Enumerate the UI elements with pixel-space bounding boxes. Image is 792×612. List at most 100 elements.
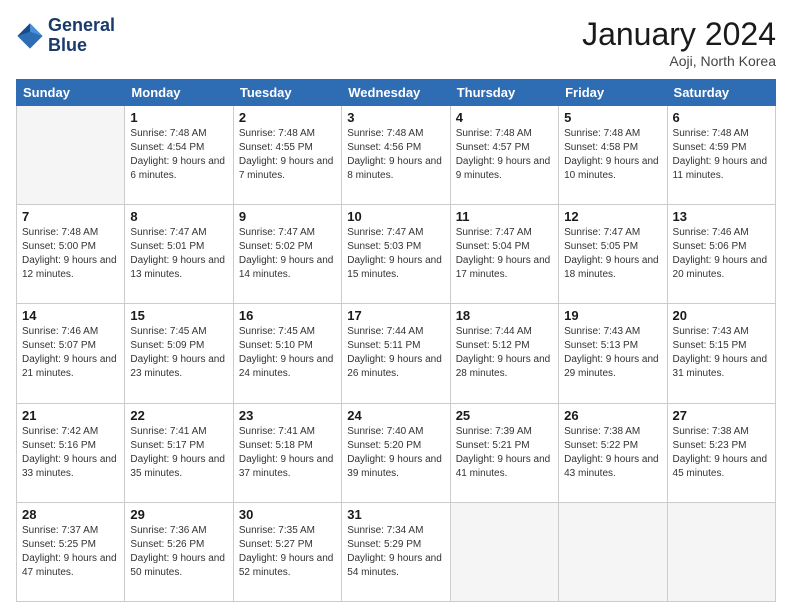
cell-info: Sunrise: 7:48 AMSunset: 4:57 PMDaylight:…: [456, 127, 553, 183]
table-row: 7 Sunrise: 7:48 AMSunset: 5:00 PMDaylight…: [17, 205, 776, 304]
day-number: 14: [22, 308, 119, 323]
cell-info: Sunrise: 7:41 AMSunset: 5:17 PMDaylight:…: [130, 425, 227, 481]
day-number: 25: [456, 408, 553, 423]
day-number: 22: [130, 408, 227, 423]
day-number: 1: [130, 110, 227, 125]
table-cell: 6 Sunrise: 7:48 AMSunset: 4:59 PMDaylight…: [667, 106, 775, 205]
cell-info: Sunrise: 7:41 AMSunset: 5:18 PMDaylight:…: [239, 425, 336, 481]
cell-info: Sunrise: 7:47 AMSunset: 5:01 PMDaylight:…: [130, 226, 227, 282]
day-number: 20: [673, 308, 770, 323]
day-number: 19: [564, 308, 661, 323]
table-cell: 8Sunrise: 7:47 AMSunset: 5:01 PMDaylight…: [125, 205, 233, 304]
table-cell: 25 Sunrise: 7:39 AMSunset: 5:21 PMDayligh…: [450, 403, 558, 502]
day-number: 9: [239, 209, 336, 224]
day-number: 4: [456, 110, 553, 125]
day-number: 12: [564, 209, 661, 224]
table-cell: 30 Sunrise: 7:35 AMSunset: 5:27 PMDayligh…: [233, 502, 341, 601]
table-cell: 26Sunrise: 7:38 AMSunset: 5:22 PMDayligh…: [559, 403, 667, 502]
table-cell: 20 Sunrise: 7:43 AMSunset: 5:15 PMDayligh…: [667, 304, 775, 403]
cell-info: Sunrise: 7:38 AMSunset: 5:23 PMDaylight:…: [673, 425, 770, 481]
day-number: 23: [239, 408, 336, 423]
day-number: 11: [456, 209, 553, 224]
table-cell: 1Sunrise: 7:48 AMSunset: 4:54 PMDaylight…: [125, 106, 233, 205]
table-cell: 5 Sunrise: 7:48 AMSunset: 4:58 PMDaylight…: [559, 106, 667, 205]
cell-info: Sunrise: 7:39 AMSunset: 5:21 PMDaylight:…: [456, 425, 553, 481]
day-number: 3: [347, 110, 444, 125]
cell-info: Sunrise: 7:47 AMSunset: 5:03 PMDaylight:…: [347, 226, 444, 282]
cell-info: Sunrise: 7:36 AMSunset: 5:26 PMDaylight:…: [130, 524, 227, 580]
cell-info: Sunrise: 7:43 AMSunset: 5:13 PMDaylight:…: [564, 325, 661, 381]
location: Aoji, North Korea: [582, 53, 776, 69]
cell-info: Sunrise: 7:42 AMSunset: 5:16 PMDaylight:…: [22, 425, 119, 481]
header: General Blue January 2024 Aoji, North Ko…: [16, 16, 776, 69]
day-number: 18: [456, 308, 553, 323]
table-cell: 27Sunrise: 7:38 AMSunset: 5:23 PMDayligh…: [667, 403, 775, 502]
day-number: 13: [673, 209, 770, 224]
table-row: 21 Sunrise: 7:42 AMSunset: 5:16 PMDayligh…: [17, 403, 776, 502]
logo: General Blue: [16, 16, 115, 56]
cell-info: Sunrise: 7:43 AMSunset: 5:15 PMDaylight:…: [673, 325, 770, 381]
day-number: 31: [347, 507, 444, 522]
cell-info: Sunrise: 7:47 AMSunset: 5:04 PMDaylight:…: [456, 226, 553, 282]
cell-info: Sunrise: 7:48 AMSunset: 4:58 PMDaylight:…: [564, 127, 661, 183]
day-number: 5: [564, 110, 661, 125]
table-cell: 13Sunrise: 7:46 AMSunset: 5:06 PMDayligh…: [667, 205, 775, 304]
table-cell: 31Sunrise: 7:34 AMSunset: 5:29 PMDayligh…: [342, 502, 450, 601]
day-number: 28: [22, 507, 119, 522]
day-number: 15: [130, 308, 227, 323]
table-cell: 23 Sunrise: 7:41 AMSunset: 5:18 PMDayligh…: [233, 403, 341, 502]
col-tuesday: Tuesday: [233, 80, 341, 106]
table-cell: 3 Sunrise: 7:48 AMSunset: 4:56 PMDaylight…: [342, 106, 450, 205]
table-row: 28 Sunrise: 7:37 AMSunset: 5:25 PMDayligh…: [17, 502, 776, 601]
table-cell: 9 Sunrise: 7:47 AMSunset: 5:02 PMDaylight…: [233, 205, 341, 304]
cell-info: Sunrise: 7:48 AMSunset: 4:56 PMDaylight:…: [347, 127, 444, 183]
table-cell: [17, 106, 125, 205]
table-cell: 2Sunrise: 7:48 AMSunset: 4:55 PMDaylight…: [233, 106, 341, 205]
table-cell: 24 Sunrise: 7:40 AMSunset: 5:20 PMDayligh…: [342, 403, 450, 502]
table-cell: 12Sunrise: 7:47 AMSunset: 5:05 PMDayligh…: [559, 205, 667, 304]
day-number: 29: [130, 507, 227, 522]
table-row: 14Sunrise: 7:46 AMSunset: 5:07 PMDayligh…: [17, 304, 776, 403]
cell-info: Sunrise: 7:44 AMSunset: 5:11 PMDaylight:…: [347, 325, 444, 381]
table-row: 1Sunrise: 7:48 AMSunset: 4:54 PMDaylight…: [17, 106, 776, 205]
day-number: 16: [239, 308, 336, 323]
day-number: 26: [564, 408, 661, 423]
day-number: 24: [347, 408, 444, 423]
cell-info: Sunrise: 7:45 AMSunset: 5:09 PMDaylight:…: [130, 325, 227, 381]
table-cell: 4 Sunrise: 7:48 AMSunset: 4:57 PMDaylight…: [450, 106, 558, 205]
cell-info: Sunrise: 7:44 AMSunset: 5:12 PMDaylight:…: [456, 325, 553, 381]
cell-info: Sunrise: 7:48 AMSunset: 4:59 PMDaylight:…: [673, 127, 770, 183]
table-cell: 19 Sunrise: 7:43 AMSunset: 5:13 PMDayligh…: [559, 304, 667, 403]
day-number: 7: [22, 209, 119, 224]
cell-info: Sunrise: 7:40 AMSunset: 5:20 PMDaylight:…: [347, 425, 444, 481]
table-cell: [559, 502, 667, 601]
day-number: 6: [673, 110, 770, 125]
table-cell: [667, 502, 775, 601]
calendar-page: General Blue January 2024 Aoji, North Ko…: [0, 0, 792, 612]
table-cell: 14Sunrise: 7:46 AMSunset: 5:07 PMDayligh…: [17, 304, 125, 403]
table-cell: 16Sunrise: 7:45 AMSunset: 5:10 PMDayligh…: [233, 304, 341, 403]
col-wednesday: Wednesday: [342, 80, 450, 106]
header-row: Sunday Monday Tuesday Wednesday Thursday…: [17, 80, 776, 106]
day-number: 10: [347, 209, 444, 224]
col-monday: Monday: [125, 80, 233, 106]
table-cell: 10 Sunrise: 7:47 AMSunset: 5:03 PMDayligh…: [342, 205, 450, 304]
cell-info: Sunrise: 7:35 AMSunset: 5:27 PMDaylight:…: [239, 524, 336, 580]
day-number: 21: [22, 408, 119, 423]
day-number: 30: [239, 507, 336, 522]
cell-info: Sunrise: 7:47 AMSunset: 5:02 PMDaylight:…: [239, 226, 336, 282]
table-cell: [450, 502, 558, 601]
logo-icon: [16, 22, 44, 50]
month-title: January 2024: [582, 16, 776, 53]
table-cell: 7 Sunrise: 7:48 AMSunset: 5:00 PMDaylight…: [17, 205, 125, 304]
cell-info: Sunrise: 7:48 AMSunset: 5:00 PMDaylight:…: [22, 226, 119, 282]
day-number: 17: [347, 308, 444, 323]
table-cell: 28 Sunrise: 7:37 AMSunset: 5:25 PMDayligh…: [17, 502, 125, 601]
cell-info: Sunrise: 7:37 AMSunset: 5:25 PMDaylight:…: [22, 524, 119, 580]
logo-line2: Blue: [48, 36, 115, 56]
col-friday: Friday: [559, 80, 667, 106]
logo-line1: General: [48, 16, 115, 36]
title-area: January 2024 Aoji, North Korea: [582, 16, 776, 69]
table-cell: 11 Sunrise: 7:47 AMSunset: 5:04 PMDayligh…: [450, 205, 558, 304]
table-cell: 29 Sunrise: 7:36 AMSunset: 5:26 PMDayligh…: [125, 502, 233, 601]
